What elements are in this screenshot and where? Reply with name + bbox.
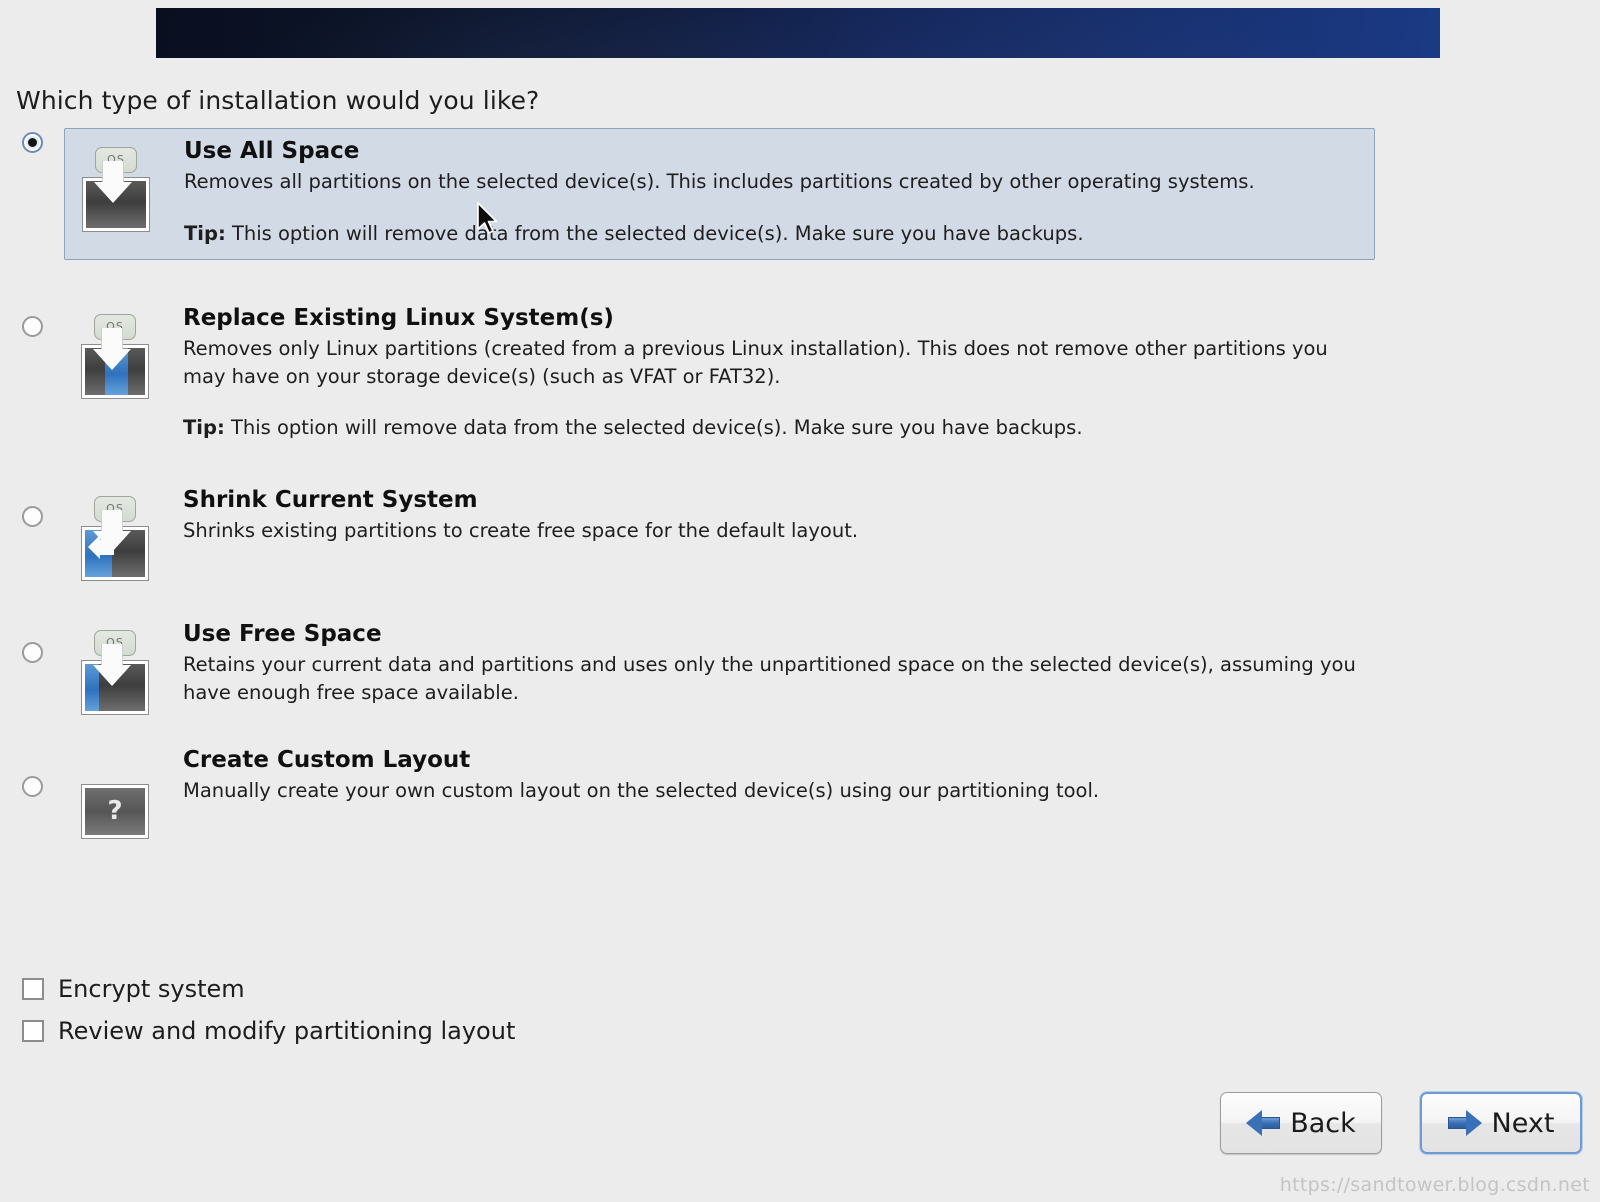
checkbox-label-encrypt-system: Encrypt system (58, 975, 245, 1003)
back-button[interactable]: Back (1220, 1092, 1382, 1154)
checkbox-row-encrypt-system[interactable]: Encrypt system (22, 968, 515, 1010)
arrow-right-icon (1447, 1110, 1482, 1136)
radio-cell-use-free-space (0, 592, 64, 664)
option-tip-label: Tip: (184, 221, 226, 245)
text-cell-create-custom-layout: Create Custom Layout Manually create you… (181, 748, 1363, 805)
back-button-label: Back (1290, 1107, 1356, 1139)
option-tip: Tip: This option will remove data from t… (183, 414, 1363, 442)
checkbox-label-review-modify-partitioning: Review and modify partitioning layout (58, 1017, 516, 1045)
installer-window: Which type of installation would you lik… (0, 0, 1600, 1202)
text-cell-use-free-space: Use Free Space Retains your current data… (181, 622, 1363, 706)
page-title: Which type of installation would you lik… (16, 86, 540, 115)
disk-full-overwrite-icon: OS (82, 147, 150, 232)
installation-type-option-list: OS Use All Space Removes all partitions … (0, 128, 1600, 850)
checkbox-review-modify-partitioning[interactable] (22, 1020, 44, 1042)
option-row-create-custom-layout[interactable]: ? Create Custom Layout Manually create y… (0, 726, 1600, 850)
disk-question-icon: ? (81, 784, 149, 840)
icon-cell-use-free-space: OS (76, 622, 181, 716)
option-panel-shrink-current-system[interactable]: OS Shrink Current System Shrinks existin… (64, 460, 1375, 592)
radio-shrink-current-system[interactable] (21, 506, 43, 528)
radio-cell-replace-existing-linux (0, 268, 64, 338)
radio-cell-create-custom-layout (0, 726, 64, 798)
checkbox-row-review-modify-partitioning[interactable]: Review and modify partitioning layout (22, 1010, 515, 1052)
disk-free-space-icon: OS (81, 630, 149, 716)
watermark-text: https://sandtower.blog.csdn.net (1279, 1174, 1590, 1196)
icon-cell-shrink-current-system: OS (76, 488, 181, 582)
options-checkbox-group: Encrypt system Review and modify partiti… (22, 968, 515, 1052)
arrow-left-icon (1246, 1110, 1281, 1136)
option-row-use-free-space[interactable]: OS Use Free Space Retains your current d… (0, 592, 1600, 726)
radio-replace-existing-linux[interactable] (21, 316, 43, 338)
option-tip-text: This option will remove data from the se… (230, 416, 1083, 440)
radio-create-custom-layout[interactable] (21, 776, 43, 798)
option-row-replace-existing-linux[interactable]: OS Replace Existing Linux System(s) Remo… (0, 268, 1600, 454)
option-title: Use All Space (184, 138, 360, 164)
option-description: Manually create your own custom layout o… (183, 778, 1100, 802)
option-title: Replace Existing Linux System(s) (183, 305, 614, 332)
option-title: Shrink Current System (183, 487, 478, 514)
header-banner (156, 8, 1440, 58)
option-title: Use Free Space (183, 621, 382, 648)
text-cell-use-all-space: Use All Space Removes all partitions on … (182, 139, 1362, 247)
option-tip-label: Tip: (183, 416, 225, 440)
radio-cell-shrink-current-system (0, 460, 64, 528)
option-row-shrink-current-system[interactable]: OS Shrink Current System Shrinks existin… (0, 460, 1600, 592)
option-title: Create Custom Layout (183, 747, 471, 774)
option-description: Removes all partitions on the selected d… (184, 169, 1255, 193)
icon-cell-use-all-space: OS (77, 139, 182, 232)
option-description: Removes only Linux partitions (created f… (183, 337, 1328, 388)
option-panel-use-free-space[interactable]: OS Use Free Space Retains your current d… (64, 592, 1375, 726)
text-cell-replace-existing-linux: Replace Existing Linux System(s) Removes… (181, 306, 1363, 442)
option-panel-create-custom-layout[interactable]: ? Create Custom Layout Manually create y… (64, 726, 1375, 850)
disk-replace-linux-icon: OS (81, 314, 149, 400)
option-description: Retains your current data and partitions… (183, 652, 1356, 704)
option-description: Shrinks existing partitions to create fr… (183, 518, 859, 542)
disk-shrink-icon: OS (81, 496, 149, 582)
option-tip: Tip: This option will remove data from t… (184, 220, 1362, 248)
option-row-use-all-space[interactable]: OS Use All Space Removes all partitions … (0, 128, 1600, 261)
icon-cell-create-custom-layout: ? (76, 748, 181, 840)
next-button[interactable]: Next (1420, 1092, 1582, 1154)
checkbox-encrypt-system[interactable] (22, 978, 44, 1000)
radio-use-all-space[interactable] (21, 132, 43, 153)
dialog-button-bar: Back Next (1220, 1092, 1582, 1154)
text-cell-shrink-current-system: Shrink Current System Shrinks existing p… (181, 488, 1363, 545)
radio-cell-use-all-space (0, 128, 64, 153)
radio-use-free-space[interactable] (21, 642, 43, 664)
icon-cell-replace-existing-linux: OS (76, 306, 181, 400)
option-panel-replace-existing-linux[interactable]: OS Replace Existing Linux System(s) Remo… (64, 268, 1375, 454)
next-button-label: Next (1491, 1107, 1555, 1139)
option-panel-use-all-space[interactable]: OS Use All Space Removes all partitions … (64, 128, 1375, 261)
option-tip-text: This option will remove data from the se… (231, 221, 1084, 245)
